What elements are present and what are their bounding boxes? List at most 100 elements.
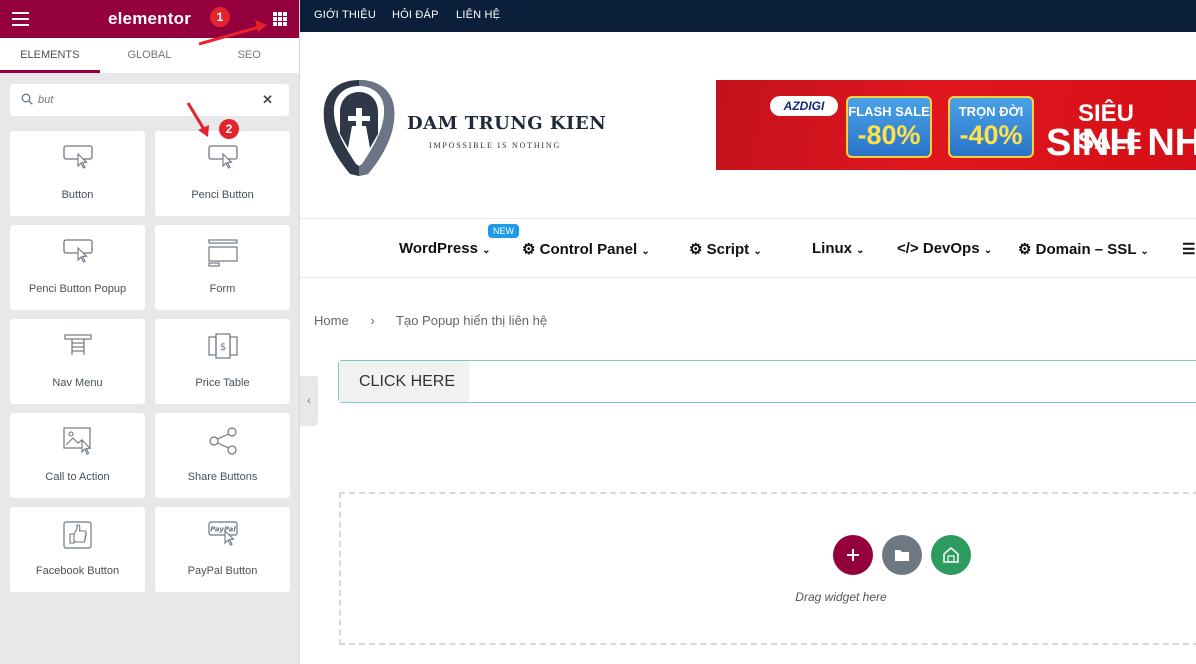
nav-item-control-panel[interactable]: ⚙ Control Panel ⌄ (522, 240, 650, 258)
widget-label: Penci Button Popup (28, 283, 127, 295)
topbar-link-lien-he[interactable]: LIÊN HỆ (456, 9, 500, 21)
nav-item-devops[interactable]: </> DevOps ⌄ (897, 240, 992, 257)
nav-item-label: Control Panel (539, 241, 638, 258)
breadcrumb: Home › Tạo Popup hiển thị liên hệ (314, 313, 547, 328)
house-icon (943, 547, 959, 563)
flash-sale-title: FLASH SALE (848, 104, 930, 119)
breadcrumb-separator: › (370, 313, 375, 328)
widget-label: PayPal Button (187, 565, 258, 577)
drop-hint: Drag widget here (795, 590, 887, 604)
step-badge-2: 2 (219, 119, 239, 139)
annotation-arrow-2 (186, 102, 209, 137)
click-here-button[interactable]: CLICK HERE (339, 361, 469, 402)
logo-tagline: IMPOSSIBLE IS NOTHING (429, 141, 562, 150)
widget-paypal-button[interactable]: PayPal PayPal Button (155, 507, 290, 592)
promo-banner[interactable]: AZDIGI FLASH SALE -80% TRỌN ĐỜI -40% SIÊ… (716, 80, 1196, 170)
banner-brand: AZDIGI (770, 96, 838, 116)
widget-list: Button Penci Button Penci Button Popup F… (10, 131, 291, 592)
tab-elements[interactable]: ELEMENTS (0, 38, 100, 73)
flash-sale-percent: -80% (857, 120, 921, 150)
nav-item-linux[interactable]: Linux ⌄ (812, 240, 865, 257)
chevron-down-icon: ⌄ (983, 245, 993, 256)
facebook-like-icon (62, 521, 92, 549)
breadcrumb-home[interactable]: Home (314, 313, 349, 328)
spartan-helmet-icon (323, 80, 395, 176)
chevron-down-icon: ⌄ (482, 245, 491, 256)
widget-label: Penci Button (191, 189, 254, 201)
template-kit-button[interactable] (931, 535, 971, 575)
chevron-down-icon: ⌄ (641, 246, 650, 257)
banner-headline-2: SINH NH (1046, 122, 1196, 164)
widget-search-box: ✕ (10, 84, 289, 116)
widgets-grid-icon[interactable] (273, 12, 287, 26)
widget-form[interactable]: Form (155, 225, 290, 310)
widget-penci-button-popup[interactable]: Penci Button Popup (10, 225, 145, 310)
widget-share-buttons[interactable]: Share Buttons (155, 413, 290, 498)
nav-item-label: Script (706, 241, 750, 258)
form-icon (207, 239, 238, 267)
call-to-action-icon (62, 427, 91, 455)
nav-menu-icon (63, 334, 92, 355)
widget-label: Button (61, 189, 94, 201)
clear-search-icon[interactable]: ✕ (262, 92, 273, 108)
nav-item-domain-ssl[interactable]: ⚙ Domain – SSL ⌄ (1018, 240, 1149, 258)
site-topbar: GIỚI THIỆU HỎI ĐÁP LIÊN HỆ (300, 0, 1196, 32)
widget-label: Facebook Button (35, 565, 120, 577)
nav-item-label: Linux (812, 240, 852, 257)
nav-item-label: DevOps (922, 240, 980, 257)
breadcrumb-current: Tạo Popup hiển thị liên hệ (396, 313, 548, 328)
gears-icon: ⚙ (1018, 241, 1032, 258)
button-icon (62, 145, 93, 169)
annotation-arrow-1 (198, 20, 267, 46)
widget-call-to-action[interactable]: Call to Action (10, 413, 145, 498)
nav-item-label: Domain – SSL (1035, 241, 1137, 258)
nav-item-script[interactable]: ⚙ Script ⌄ (689, 240, 762, 258)
widget-penci-button[interactable]: Penci Button (155, 131, 290, 216)
chevron-down-icon: ⌄ (856, 245, 865, 256)
widget-button[interactable]: Button (10, 131, 145, 216)
new-badge: NEW (488, 224, 519, 238)
button-section: CLICK HERE (338, 360, 1196, 403)
chevron-down-icon: ⌄ (753, 246, 762, 257)
paypal-icon: PayPal (207, 521, 238, 546)
widget-label: Nav Menu (52, 377, 103, 389)
topbar-link-gioi-thieu[interactable]: GIỚI THIỆU (314, 9, 376, 21)
add-template-button[interactable] (882, 535, 922, 575)
folder-icon (895, 550, 909, 561)
flash-sale-box: FLASH SALE -80% (846, 96, 932, 158)
widget-nav-menu[interactable]: Nav Menu (10, 319, 145, 404)
button-icon (207, 145, 238, 169)
topbar-link-hoi-dap[interactable]: HỎI ĐÁP (392, 9, 439, 21)
svg-text:$: $ (219, 342, 225, 353)
widget-price-table[interactable]: $ Price Table (155, 319, 290, 404)
widget-label: Share Buttons (187, 471, 258, 483)
site-logo[interactable]: DAM TRUNG KIEN IMPOSSIBLE IS NOTHING (320, 78, 620, 178)
lifetime-sale-box: TRỌN ĐỜI -40% (948, 96, 1034, 158)
gear-icon: ⚙ (689, 241, 703, 258)
widget-label: Price Table (195, 377, 250, 389)
collapse-panel-toggle[interactable]: ‹ (300, 376, 318, 426)
search-icon (21, 93, 33, 105)
chevron-down-icon: ⌄ (1140, 246, 1149, 257)
share-icon (208, 427, 237, 455)
add-section-button[interactable] (833, 535, 873, 575)
lifetime-sale-percent: -40% (959, 120, 1023, 150)
lifetime-sale-title: TRỌN ĐỜI (958, 104, 1024, 119)
widget-facebook-button[interactable]: Facebook Button (10, 507, 145, 592)
widget-label: Call to Action (45, 471, 110, 483)
tab-global[interactable]: GLOBAL (100, 38, 200, 73)
list-icon[interactable]: ☰ (1182, 240, 1195, 258)
drop-zone[interactable]: Drag widget here (339, 492, 1196, 645)
plus-icon (847, 549, 859, 561)
nav-item-label: WordPress (399, 240, 478, 257)
svg-text:PayPal: PayPal (210, 526, 236, 534)
gears-icon: ⚙ (522, 241, 536, 258)
elementor-panel: elementor ELEMENTS GLOBAL SEO ✕ Button (0, 0, 300, 664)
nav-item-wordpress[interactable]: WordPress ⌄ (399, 240, 490, 257)
widget-label: Form (209, 283, 236, 295)
price-table-icon: $ (207, 333, 238, 359)
site-main-nav: NEW WordPress ⌄ ⚙ Control Panel ⌄ ⚙ Scri… (300, 218, 1196, 278)
code-icon: </> (897, 240, 919, 257)
logo-name: DAM TRUNG KIEN (407, 113, 607, 134)
button-icon (62, 239, 93, 263)
